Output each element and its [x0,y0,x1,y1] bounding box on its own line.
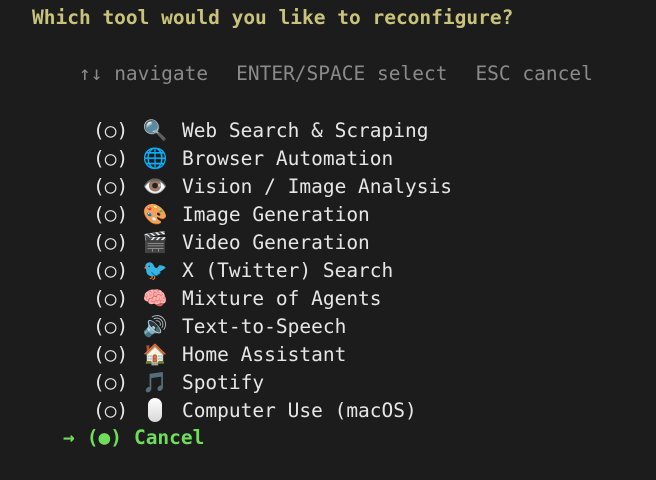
hint-cancel: ESC cancel [475,62,593,85]
option-browser-automation[interactable]: (○) 🌐 Browser Automation [46,116,393,170]
option-mixture-of-agents[interactable]: (○) 🧠 Mixture of Agents [46,256,382,310]
option-x-search[interactable]: (○) 🐦 X (Twitter) Search [46,228,393,282]
prompt-title: Which tool would you like to reconfigure… [32,6,514,29]
option-home-assistant[interactable]: (○) 🏠 Home Assistant [46,312,346,366]
hint-navigate: ↑↓ navigate [78,62,209,85]
option-spotify[interactable]: (○) 🎵 Spotify [46,340,264,394]
option-web-search[interactable]: (○) 🔍 Web Search & Scraping [46,88,429,142]
option-cancel[interactable]: → (●) Cancel [16,396,204,449]
hint-select: ENTER/SPACE select [236,62,448,85]
option-image-generation[interactable]: (○) 🎨 Image Generation [46,172,370,226]
key-hints: ↑↓ navigate ENTER/SPACE select ESC cancel [32,32,621,85]
terminal-window: Which tool would you like to reconfigure… [0,0,656,449]
option-label: Computer Use (macOS) [181,399,417,422]
option-computer-use[interactable]: (○) Computer Use (macOS) [46,368,417,422]
option-video-generation[interactable]: (○) 🎬 Video Generation [46,200,370,254]
option-text-to-speech[interactable]: (○) 🔊 Text-to-Speech [46,284,346,338]
option-vision[interactable]: (○) 👁️ Vision / Image Analysis [46,144,452,198]
